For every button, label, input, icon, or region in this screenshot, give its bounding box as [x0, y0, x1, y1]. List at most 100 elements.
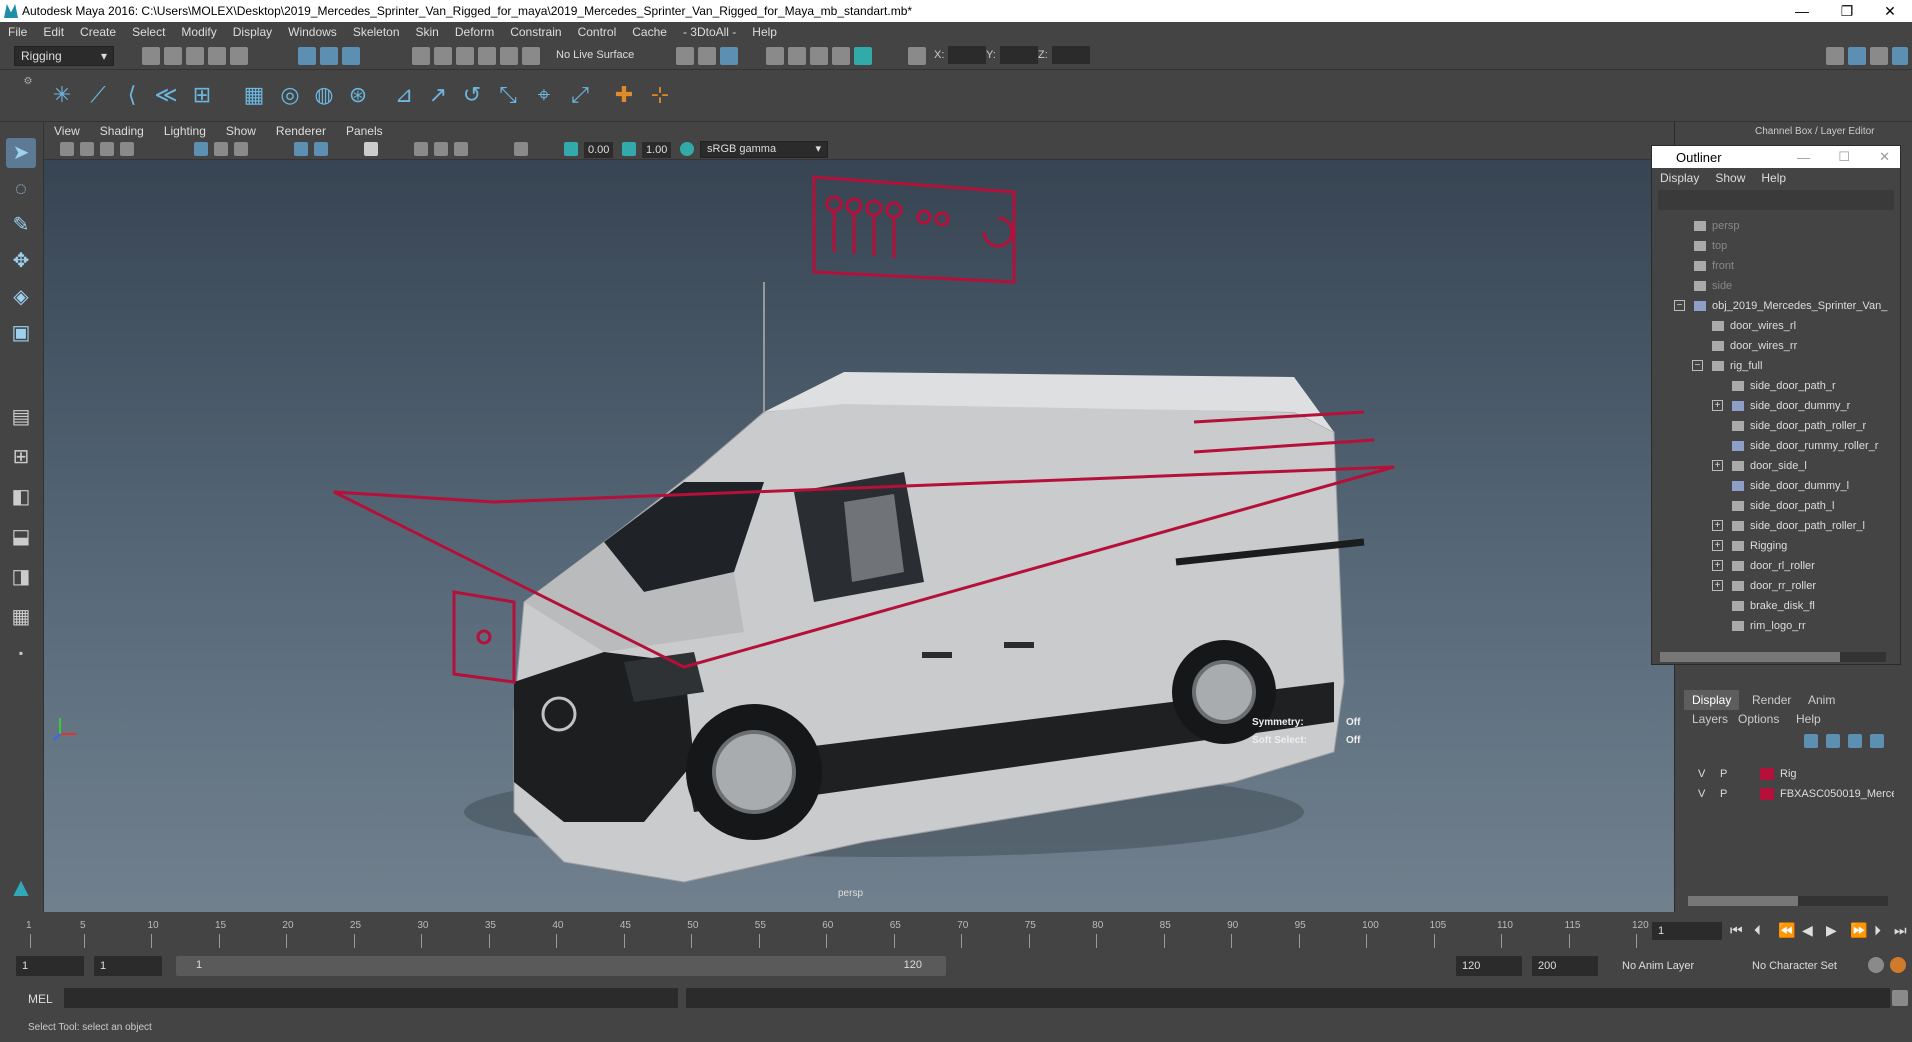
viewport-menu-view[interactable]: View: [44, 124, 90, 138]
outliner-item[interactable]: + Rigging: [1652, 536, 1900, 556]
outliner-item[interactable]: + side_door_dummy_r: [1652, 396, 1900, 416]
go-to-end-icon[interactable]: ⏭: [1894, 922, 1907, 939]
tab-display[interactable]: Display: [1684, 690, 1740, 710]
locator-icon[interactable]: ✚: [610, 80, 638, 110]
shadows-icon[interactable]: [414, 142, 428, 156]
viewport-menu-lighting[interactable]: Lighting: [154, 124, 216, 138]
outliner-item-persp[interactable]: persp: [1652, 216, 1900, 236]
maximize-button[interactable]: ❐: [1825, 0, 1869, 22]
redo-icon[interactable]: [230, 47, 248, 65]
live-surface-label[interactable]: No Live Surface: [556, 49, 634, 61]
resolution-gate-icon[interactable]: [234, 142, 248, 156]
y-field[interactable]: [1000, 46, 1038, 64]
rotate-tool-icon[interactable]: ◈: [6, 282, 36, 312]
perspective-viewport[interactable]: Symmetry: Off Soft Select: Off persp: [44, 122, 1674, 912]
attribute-editor-icon[interactable]: [1848, 47, 1866, 65]
orient-constraint-icon[interactable]: ↺: [458, 80, 486, 110]
help-menu[interactable]: Help: [1796, 712, 1821, 726]
outliner-item-rig-full[interactable]: − rig_full: [1652, 356, 1900, 376]
move-layer-up-icon[interactable]: [1804, 734, 1818, 748]
tab-anim[interactable]: Anim: [1800, 690, 1843, 710]
save-scene-icon[interactable]: [186, 47, 204, 65]
ipr-render-icon[interactable]: [788, 47, 806, 65]
bookmark-icon[interactable]: [100, 142, 114, 156]
outliner-item[interactable]: + door_rl_roller: [1652, 556, 1900, 576]
ik-handle-icon[interactable]: ⟋: [84, 80, 112, 110]
construction-history-icon[interactable]: [698, 47, 716, 65]
camera-attributes-icon[interactable]: [80, 142, 94, 156]
command-input[interactable]: [64, 988, 678, 1008]
menu-cache[interactable]: Cache: [624, 25, 675, 39]
outliner-search-field[interactable]: [1658, 190, 1894, 210]
layer-color-swatch[interactable]: [1760, 768, 1774, 780]
minimize-button[interactable]: —: [1780, 0, 1824, 22]
gamma-field[interactable]: 1.00: [642, 142, 672, 158]
select-hierarchy-icon[interactable]: [298, 47, 316, 65]
custom-layout-icon[interactable]: ▦: [6, 602, 36, 632]
expand-icon[interactable]: +: [1712, 460, 1723, 471]
collapse-icon[interactable]: −: [1692, 360, 1703, 371]
range-bar[interactable]: 1 120: [176, 956, 946, 976]
play-backward-icon[interactable]: ◀: [1802, 922, 1813, 939]
outliner-maximize-button[interactable]: ☐: [1838, 149, 1850, 165]
paint-select-tool-icon[interactable]: ✎: [6, 210, 36, 240]
snap-live-icon[interactable]: [522, 47, 540, 65]
layer-scrollbar[interactable]: [1688, 896, 1888, 906]
persp-outliner-layout-icon[interactable]: ◧: [6, 482, 36, 512]
ik-spline-icon[interactable]: ⟨: [118, 80, 146, 110]
gamma-icon[interactable]: [622, 142, 636, 156]
menu-edit[interactable]: Edit: [35, 25, 72, 39]
ambient-occlusion-icon[interactable]: [434, 142, 448, 156]
expand-icon[interactable]: +: [1712, 400, 1723, 411]
expand-icon[interactable]: +: [1712, 540, 1723, 551]
viewport-menu-show[interactable]: Show: [216, 124, 266, 138]
open-scene-icon[interactable]: [164, 47, 182, 65]
outliner-minimize-button[interactable]: —: [1797, 150, 1810, 165]
outliner-item[interactable]: side_door_path_l: [1652, 496, 1900, 516]
antialiasing-icon[interactable]: [454, 142, 468, 156]
playback-start-field[interactable]: 1: [94, 956, 162, 976]
outliner-item[interactable]: side_door_path_roller_r: [1652, 416, 1900, 436]
tab-render[interactable]: Render: [1744, 690, 1799, 710]
snap-curve-icon[interactable]: [434, 47, 452, 65]
outliner-item[interactable]: side_door_rummy_roller_r: [1652, 436, 1900, 456]
menu-control[interactable]: Control: [570, 25, 625, 39]
outliner-item[interactable]: + door_side_l: [1652, 456, 1900, 476]
time-slider[interactable]: 1 5 10 15 20 25 30 35 40 45 50 55 60 65 70 75 80 85 90 95 10…: [0, 912, 1912, 952]
move-tool-icon[interactable]: ✥: [6, 246, 36, 276]
menu-3dtoall[interactable]: - 3DtoAll -: [675, 25, 744, 39]
exposure-field[interactable]: 0.00: [584, 142, 614, 158]
pole-vector-icon[interactable]: ⤢: [566, 80, 594, 110]
select-tool-icon[interactable]: ➤: [6, 138, 36, 168]
exposure-icon[interactable]: [564, 142, 578, 156]
menu-skin[interactable]: Skin: [408, 25, 447, 39]
wireframe-icon[interactable]: [294, 142, 308, 156]
auto-key-icon[interactable]: [1868, 957, 1884, 973]
snap-plane-icon[interactable]: [478, 47, 496, 65]
expand-icon[interactable]: +: [1712, 580, 1723, 591]
cluster-icon[interactable]: ◍: [310, 80, 338, 110]
scale-tool-icon[interactable]: ▣: [6, 318, 36, 348]
outliner-item-obj[interactable]: − obj_2019_Mercedes_Sprinter_Van_: [1652, 296, 1900, 316]
outliner-item-door-wires-rr[interactable]: door_wires_rr: [1652, 336, 1900, 356]
start-frame-field[interactable]: 1: [16, 956, 84, 976]
menu-deform[interactable]: Deform: [447, 25, 502, 39]
viewport-menu-shading[interactable]: Shading: [90, 124, 154, 138]
outliner-item[interactable]: + door_rr_roller: [1652, 576, 1900, 596]
camera-select-icon[interactable]: [60, 142, 74, 156]
menu-windows[interactable]: Windows: [280, 25, 345, 39]
outliner-item-door-wires-rl[interactable]: door_wires_rl: [1652, 316, 1900, 336]
layout-options-icon[interactable]: ▪: [6, 638, 36, 668]
step-back-key-icon[interactable]: ⏴: [1754, 922, 1761, 939]
color-space-dropdown[interactable]: sRGB gamma ▾: [700, 141, 828, 158]
persp-hypershade-layout-icon[interactable]: ◨: [6, 562, 36, 592]
input-output-icon[interactable]: [676, 47, 694, 65]
viewport-menu-renderer[interactable]: Renderer: [266, 124, 336, 138]
current-frame-field[interactable]: 1: [1652, 922, 1722, 940]
four-view-layout-icon[interactable]: ⊞: [6, 442, 36, 472]
snap-point-icon[interactable]: [456, 47, 474, 65]
outliner-horizontal-scrollbar[interactable]: [1660, 652, 1886, 662]
point-constraint-icon[interactable]: ⊿: [390, 80, 418, 110]
color-management-icon[interactable]: [680, 142, 694, 156]
outliner-menu-help[interactable]: Help: [1753, 171, 1794, 185]
